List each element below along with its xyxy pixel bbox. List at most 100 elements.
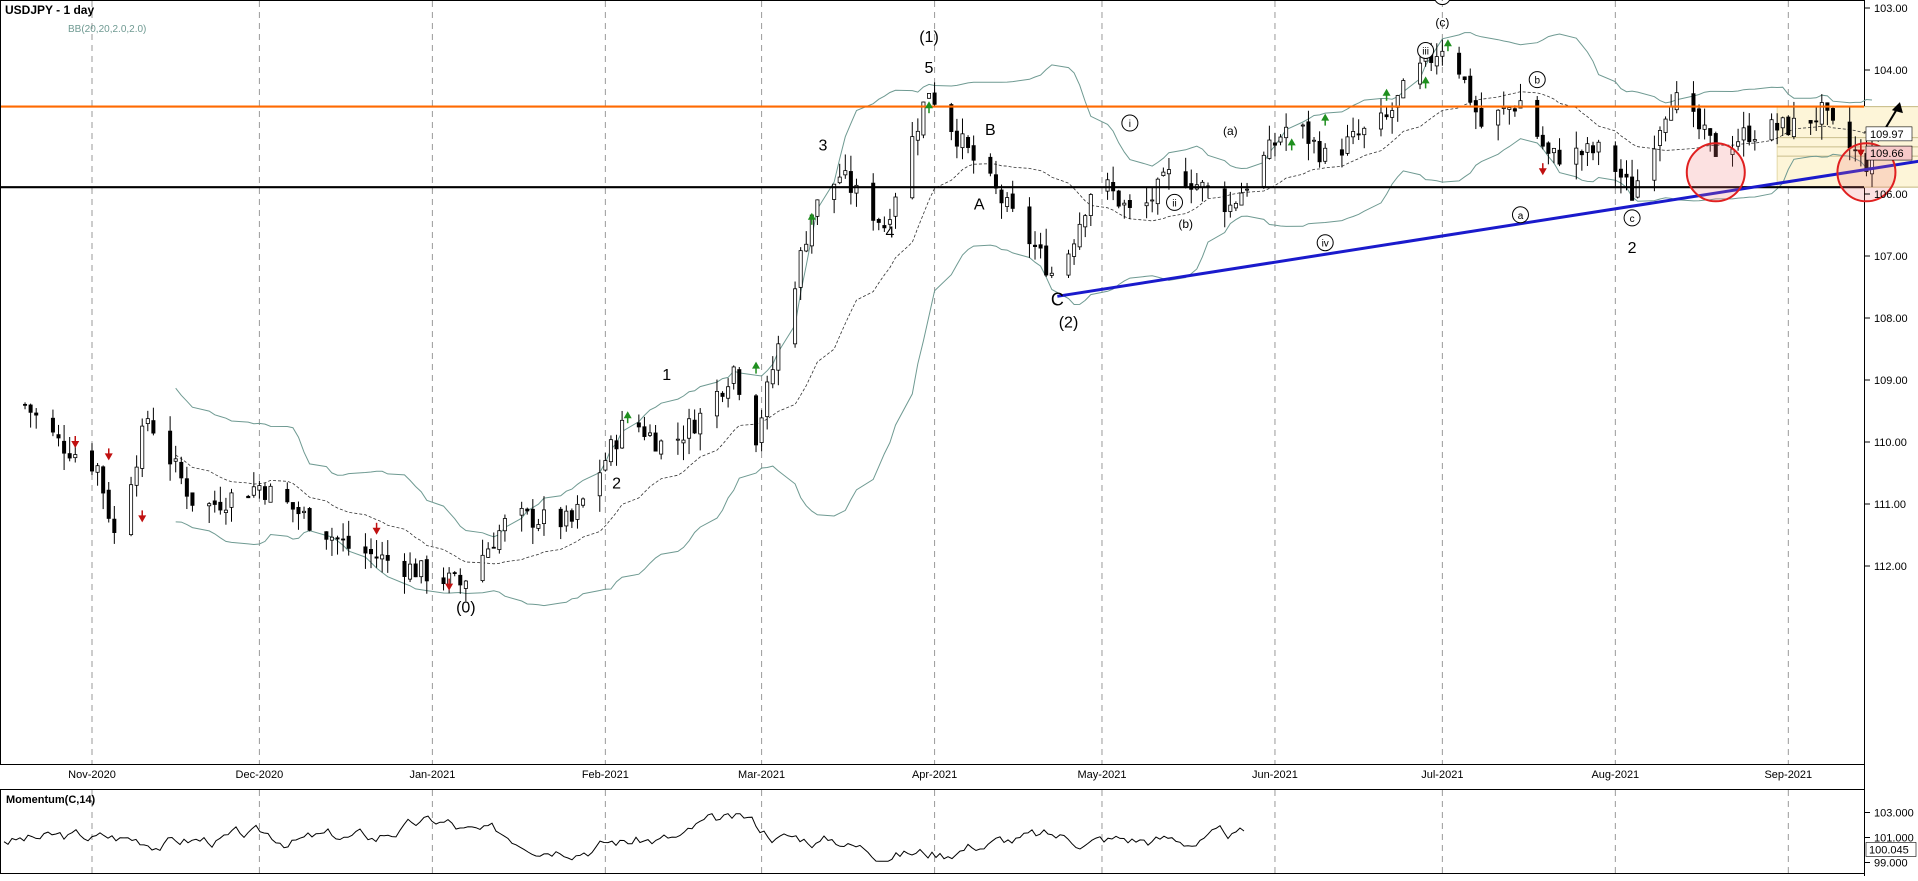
candle-body — [1116, 190, 1121, 207]
candle-body — [754, 395, 759, 446]
candle-body — [1697, 108, 1702, 130]
candle-body — [251, 486, 256, 496]
candle-body — [1267, 139, 1272, 159]
candle-body — [28, 404, 33, 413]
candle-body — [1585, 143, 1590, 153]
x-tick-label: Sep-2021 — [1764, 769, 1812, 781]
candle-body — [1278, 136, 1283, 143]
time-axis: Nov-2020 Dec-2020 Jan-2021 Feb-2021 Mar-2021… — [68, 769, 1812, 781]
candle-body — [1457, 52, 1462, 75]
candle-body — [218, 501, 223, 511]
candle-body — [1083, 215, 1088, 228]
candle-body — [341, 538, 346, 541]
x-tick-label: Feb-2021 — [582, 769, 629, 781]
candle-body — [999, 189, 1004, 204]
y-tick-label: 112.00 — [1874, 561, 1907, 573]
wave-label: 5 — [925, 60, 934, 77]
wave-label: (b) — [1178, 217, 1193, 231]
wave-label: (c) — [1435, 16, 1449, 30]
candle-body — [34, 412, 39, 416]
wave-label: iii — [1422, 47, 1429, 58]
bollinger-bands — [175, 32, 1873, 607]
candle-body — [62, 440, 67, 454]
candle-body — [452, 572, 457, 574]
candle-body — [815, 199, 820, 217]
candle-body — [1613, 145, 1618, 172]
candle-body — [541, 509, 546, 525]
wave-label: c — [1630, 214, 1635, 225]
x-tick-label: Aug-2021 — [1591, 769, 1639, 781]
candle-body — [915, 130, 920, 141]
candle-body — [257, 485, 262, 491]
candle-body — [960, 133, 965, 149]
candle-body — [335, 537, 340, 540]
candle-body — [692, 419, 697, 434]
candle-body — [1317, 140, 1322, 163]
wave-label: (a) — [1223, 124, 1238, 138]
candle-body — [1166, 169, 1171, 175]
candle-body — [1356, 133, 1361, 136]
candle-body — [659, 440, 664, 455]
candle-body — [1239, 192, 1244, 206]
x-tick-label: Jul-2021 — [1421, 769, 1463, 781]
bollinger-middle — [175, 91, 1873, 565]
candle-body — [1261, 154, 1266, 187]
candle-body — [871, 182, 876, 221]
sell-signal-arrow — [1538, 168, 1547, 176]
candle-body — [1847, 121, 1852, 149]
buy-signal-arrow — [1443, 39, 1452, 47]
candle-body — [1440, 50, 1445, 57]
wave-label: iv — [1322, 239, 1329, 250]
wave-label: ii — [1172, 198, 1176, 209]
candle-body — [1747, 125, 1752, 143]
candle-body — [837, 176, 842, 184]
candle-body — [932, 92, 937, 105]
candle-body — [73, 454, 78, 459]
candle-body — [1630, 176, 1635, 201]
candle-body — [268, 485, 273, 503]
y-tick-label: 111.00 — [1874, 499, 1906, 511]
x-tick-label: Mar-2021 — [738, 769, 785, 781]
candle-body — [290, 502, 295, 510]
candle-body — [419, 560, 424, 578]
candle-body — [1791, 117, 1796, 138]
candle-body — [1434, 56, 1439, 67]
candle-body — [1105, 179, 1110, 192]
y-tick-label: 104.00 — [1874, 65, 1908, 77]
candle-body — [1769, 119, 1774, 141]
candle-body — [151, 420, 156, 434]
candle-body — [1468, 75, 1473, 103]
candle-body — [140, 425, 145, 469]
candle-body — [876, 219, 881, 223]
x-tick-label: Nov-2020 — [68, 769, 116, 781]
candle-body — [1144, 202, 1149, 207]
bollinger-upper — [175, 32, 1873, 538]
candle-body — [324, 531, 329, 540]
candle-body — [737, 369, 742, 395]
candle-body — [608, 439, 613, 463]
candle-body — [184, 478, 189, 497]
candle-body — [525, 508, 530, 512]
candle-body — [765, 381, 770, 418]
candle-body — [1507, 107, 1512, 110]
chart-canvas: 0.0%(110.41)38.2%(109.91)50.0%(109.76)61… — [0, 0, 1918, 876]
candle-body — [1072, 243, 1077, 257]
candle-body — [1272, 142, 1277, 146]
candle-body — [223, 509, 228, 513]
candle-body — [212, 500, 217, 505]
x-tick-label: Jun-2021 — [1252, 769, 1298, 781]
wave-label: i — [1129, 119, 1131, 130]
wave-label-2-minor: 2 — [1628, 240, 1637, 257]
candle-body — [1228, 204, 1233, 212]
candle-body — [1596, 141, 1601, 153]
buy-signal-arrow — [1321, 113, 1330, 121]
candle-body — [675, 438, 680, 441]
candle-body — [190, 492, 195, 506]
levels — [1, 105, 1918, 298]
candle-body — [653, 432, 658, 452]
candle-body — [1635, 180, 1640, 198]
candle-body — [480, 554, 485, 582]
sell-signal-arrow — [138, 515, 147, 523]
buy-signal-arrow — [752, 361, 761, 369]
momentum-y-label: 99.000 — [1874, 858, 1908, 870]
